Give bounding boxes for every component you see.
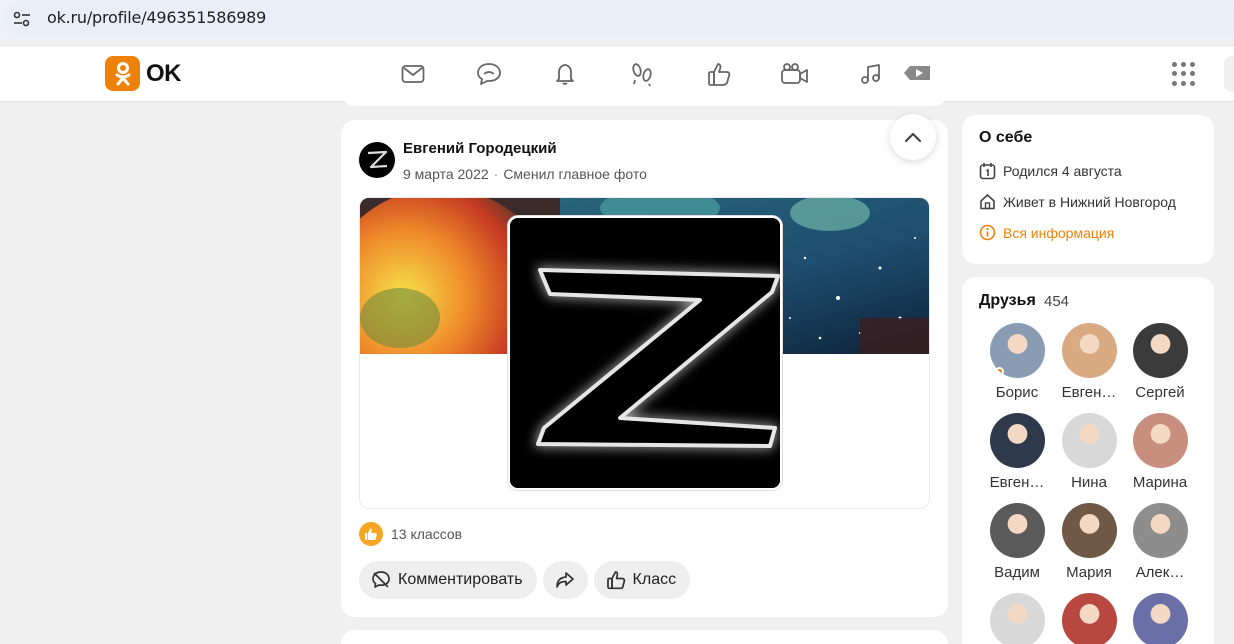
post-author-name[interactable]: Евгений Городецкий xyxy=(403,140,557,157)
home-icon xyxy=(980,194,995,210)
chevron-up-icon xyxy=(904,132,922,143)
ok-logo-text: OK xyxy=(146,59,182,87)
calendar-icon xyxy=(979,163,996,180)
friend-item[interactable] xyxy=(981,593,1053,644)
friend-item[interactable]: Марина xyxy=(1124,413,1196,491)
friend-item[interactable]: Евген… xyxy=(981,413,1053,491)
friend-avatar[interactable] xyxy=(1132,503,1188,558)
info-icon xyxy=(979,224,996,241)
friend-avatar[interactable] xyxy=(989,503,1045,558)
klass-icon xyxy=(359,522,383,546)
comments-off-icon xyxy=(372,571,390,588)
friend-avatar[interactable] xyxy=(989,323,1045,378)
friend-name[interactable]: Алек… xyxy=(1124,564,1196,581)
ok-logo-icon xyxy=(105,56,140,91)
friend-avatar[interactable] xyxy=(1061,593,1117,644)
apps-grid-icon[interactable] xyxy=(1172,62,1196,86)
city-text: Живет в Нижний Новгород xyxy=(1003,193,1176,210)
friend-avatar[interactable] xyxy=(1061,413,1117,468)
friend-item[interactable] xyxy=(1124,593,1196,644)
collapse-button[interactable] xyxy=(890,114,936,160)
thumbs-up-icon[interactable] xyxy=(704,59,734,89)
thumbs-up-icon xyxy=(606,571,625,590)
friend-item[interactable]: Алек… xyxy=(1124,503,1196,581)
all-info-text: Вся информация xyxy=(1003,224,1115,241)
post-actions: Комментировать Класс xyxy=(359,561,691,599)
post-date[interactable]: 9 марта 2022 xyxy=(403,166,489,182)
friend-item[interactable]: Нина xyxy=(1053,413,1125,491)
tune-icon[interactable] xyxy=(10,8,34,30)
klass-button-label: Класс xyxy=(632,571,677,588)
friend-avatar[interactable] xyxy=(1132,323,1188,378)
friends-title[interactable]: Друзья xyxy=(979,292,1036,310)
video-camera-icon[interactable] xyxy=(780,59,810,89)
friend-item[interactable]: Вадим xyxy=(981,503,1053,581)
all-info-link[interactable]: Вся информация xyxy=(979,224,1114,241)
post-meta: 9 марта 2022 · Сменил главное фото xyxy=(403,166,647,182)
comment-button[interactable]: Комментировать xyxy=(359,561,537,599)
post-activity: Сменил главное фото xyxy=(503,166,647,182)
about-title: О себе xyxy=(979,129,1033,146)
likes-summary[interactable]: 13 классов xyxy=(359,522,462,546)
music-icon[interactable] xyxy=(856,59,886,89)
city-row: Живет в Нижний Новгород xyxy=(979,193,1176,210)
friend-avatar[interactable] xyxy=(989,593,1045,644)
online-indicator xyxy=(994,367,1004,376)
friend-name[interactable]: Мария xyxy=(1053,564,1125,581)
friend-avatar[interactable] xyxy=(1132,413,1188,468)
friend-avatar[interactable] xyxy=(1061,323,1117,378)
friend-avatar[interactable] xyxy=(1132,593,1188,644)
birthday-text: Родился 4 августа xyxy=(1003,163,1122,179)
mail-icon[interactable] xyxy=(398,59,428,89)
friend-name[interactable]: Евген… xyxy=(981,474,1053,491)
birthday-row: Родился 4 августа xyxy=(979,162,1122,180)
footprints-icon[interactable] xyxy=(627,59,657,89)
friend-name[interactable]: Вадим xyxy=(981,564,1053,581)
video-play-icon[interactable] xyxy=(902,58,932,88)
header-edge-button[interactable] xyxy=(1224,56,1234,92)
friend-item[interactable] xyxy=(1053,593,1125,644)
browser-address-bar: ok.ru/profile/496351586989 xyxy=(0,0,1234,40)
friend-item[interactable]: Мария xyxy=(1053,503,1125,581)
ok-logo[interactable]: OK xyxy=(105,56,182,91)
author-avatar[interactable] xyxy=(359,142,395,178)
meta-separator: · xyxy=(493,166,499,182)
friends-count: 454 xyxy=(1044,293,1070,310)
main-profile-photo[interactable] xyxy=(508,216,782,490)
bell-icon[interactable] xyxy=(550,59,580,89)
friend-name[interactable]: Борис xyxy=(981,384,1053,401)
share-icon xyxy=(556,572,574,588)
chat-icon[interactable] xyxy=(474,59,504,89)
friend-item[interactable]: Евген… xyxy=(1053,323,1125,401)
comment-button-label: Комментировать xyxy=(398,571,523,588)
feed-post: Евгений Городецкий 9 марта 2022 · Сменил г… xyxy=(341,114,948,617)
previous-feed-card xyxy=(341,90,948,106)
about-card: О себе Родился 4 августа Живет в Нижний … xyxy=(962,115,1214,264)
friend-avatar[interactable] xyxy=(1061,503,1117,558)
url-text[interactable]: ok.ru/profile/496351586989 xyxy=(47,8,266,27)
klass-button[interactable]: Класс xyxy=(593,561,691,599)
friend-name[interactable]: Нина xyxy=(1053,474,1125,491)
friend-item[interactable]: Сергей xyxy=(1124,323,1196,401)
friend-name[interactable]: Сергей xyxy=(1124,384,1196,401)
share-button[interactable] xyxy=(542,561,588,599)
friend-name[interactable]: Марина xyxy=(1124,474,1196,491)
likes-count: 13 классов xyxy=(391,526,463,542)
friend-avatar[interactable] xyxy=(989,413,1045,468)
friend-name[interactable]: Евген… xyxy=(1053,384,1125,401)
next-feed-card xyxy=(341,630,948,644)
friend-item[interactable]: Борис xyxy=(981,323,1053,401)
friends-card: Друзья 454 Борис Евген… Сергей Евген… Нина Ма… xyxy=(962,277,1214,644)
